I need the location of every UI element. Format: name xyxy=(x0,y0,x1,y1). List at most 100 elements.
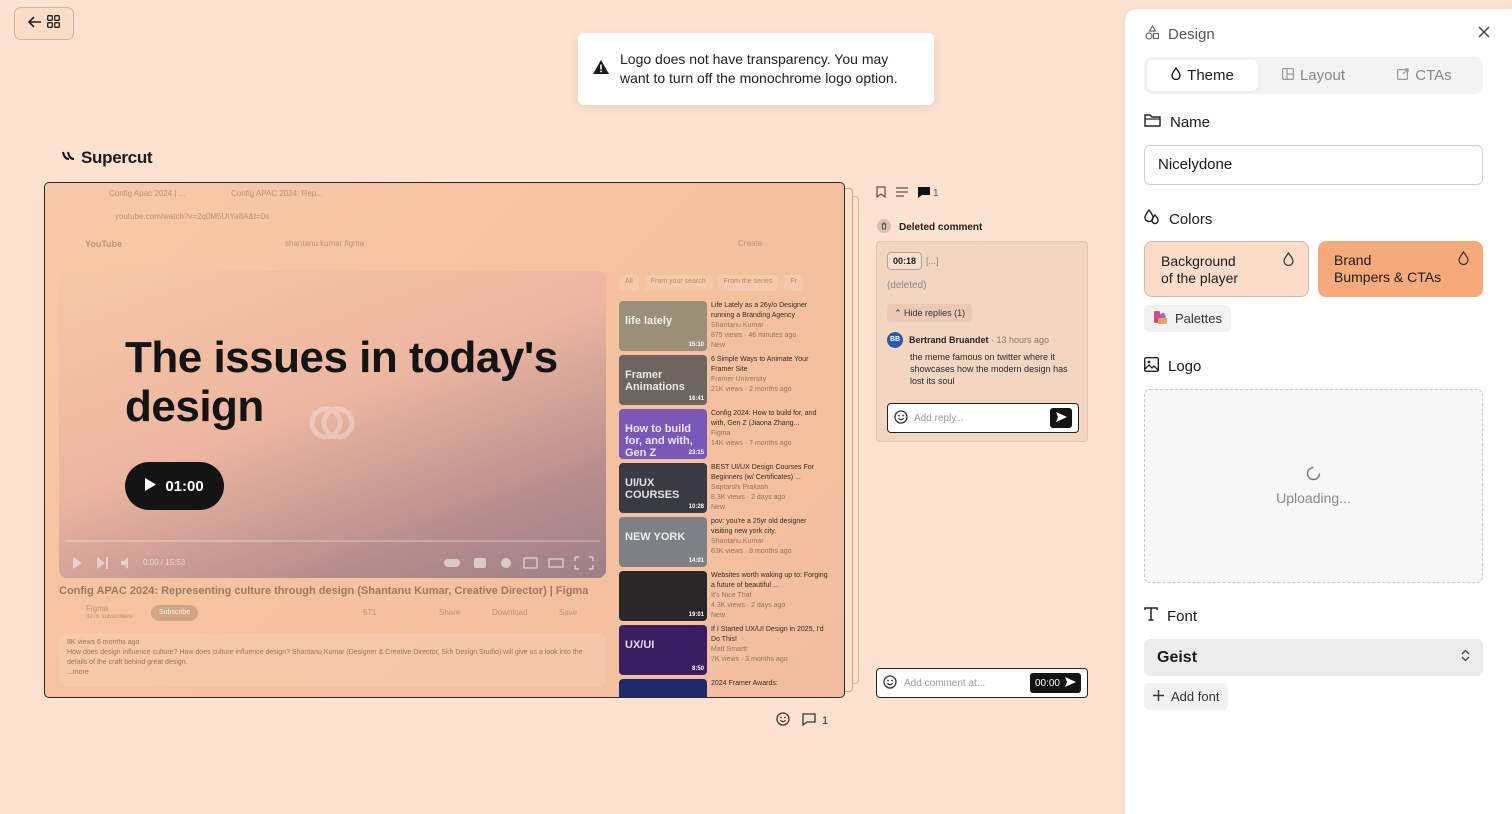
card-stack-edge xyxy=(845,188,853,692)
list-item[interactable]: UX/UI 8:50 If I Started UX/UI Design in 20… xyxy=(619,625,841,675)
comment-toolbar: 1 xyxy=(876,186,939,201)
close-icon[interactable] xyxy=(1478,25,1490,43)
recommendation-text: BEST UI/UX Design Courses For Beginners … xyxy=(711,463,829,513)
panel-title: Design xyxy=(1168,26,1215,43)
browser-chrome: Config Apac 2024 | ... Config APAC 2024:… xyxy=(45,183,844,249)
chip[interactable]: From your search xyxy=(644,275,712,291)
video-duration: 10:28 xyxy=(688,504,704,510)
card-stack-edge-2 xyxy=(853,196,859,684)
post-comment-button[interactable]: 00:00 xyxy=(1029,673,1081,693)
list-item[interactable]: 19:01 Websites worth waking up to: Forgin… xyxy=(619,571,841,621)
subscribe-button[interactable]: Subscribe xyxy=(151,605,199,621)
emoji-icon[interactable] xyxy=(776,712,790,729)
download-button[interactable]: Download xyxy=(492,608,528,617)
background-color-swatch[interactable]: Background of the player xyxy=(1144,241,1309,297)
recommendation-text: pov: you're a 25yr old designer visiting… xyxy=(711,517,829,557)
description-more[interactable]: ...more xyxy=(67,668,598,678)
video-description: 8K views 6 months ago How does design in… xyxy=(59,633,606,687)
deleted-text: (deleted) xyxy=(887,280,927,291)
list-icon[interactable] xyxy=(896,187,908,200)
recommendation-meta: 21K views · 2 months ago xyxy=(711,386,792,393)
bookmark-icon[interactable] xyxy=(876,186,886,201)
share-button[interactable]: Share xyxy=(439,608,460,617)
emoji-add-icon[interactable] xyxy=(894,409,908,427)
comments-counter[interactable]: 1 xyxy=(802,712,828,729)
tab-layout[interactable]: Layout xyxy=(1258,60,1369,91)
video-frame[interactable]: The issues in today's design 01:00 0:00 … xyxy=(59,271,606,578)
recommendation-text: If I Started UX/UI Design in 2025, I'd D… xyxy=(711,625,829,665)
chip[interactable]: All xyxy=(619,275,639,291)
list-item[interactable]: life lately 15:10 Life Lately as a 26y/o D… xyxy=(619,301,841,351)
list-item[interactable]: UI/UX COURSES 10:28 BEST UI/UX Design Cour… xyxy=(619,463,841,513)
list-item[interactable]: Framer Animations 16:41 6 Simple Ways to A… xyxy=(619,355,841,405)
add-font-button[interactable]: Add font xyxy=(1144,683,1229,710)
comments-tab[interactable]: 1 xyxy=(918,186,939,201)
video-thumbnail[interactable]: How to build for, and with, Gen Z 23:15 xyxy=(619,409,707,459)
chevron-up-icon: ⌃ xyxy=(894,308,905,318)
play-icon xyxy=(145,477,157,495)
new-badge: New xyxy=(711,504,726,511)
video-thumbnail[interactable]: life lately 15:10 xyxy=(619,301,707,351)
video-thumbnail[interactable]: 19:01 xyxy=(619,571,707,621)
video-title: Config APAC 2024: Representing culture t… xyxy=(59,585,589,597)
avatar: BB xyxy=(887,332,903,348)
channel-subs: 327K subscribers xyxy=(86,614,133,620)
save-button[interactable]: Save xyxy=(559,608,577,617)
back-button[interactable] xyxy=(14,7,74,40)
logo-upload-dropzone[interactable]: Uploading... xyxy=(1144,389,1483,583)
list-item[interactable]: NEW YORK 14:01 pov: you're a 25yr old desi… xyxy=(619,517,841,567)
player-controls-icon xyxy=(73,557,133,569)
palettes-button[interactable]: Palettes xyxy=(1144,305,1231,332)
recommendation-title: pov: you're a 25yr old designer visiting… xyxy=(711,518,807,535)
list-item[interactable]: How to build for, and with, Gen Z 23:15 Co… xyxy=(619,409,841,459)
play-time: 01:00 xyxy=(165,477,204,495)
recommendation-channel: Shantanu Kumar xyxy=(711,322,764,329)
emoji-add-icon[interactable] xyxy=(883,674,897,692)
brand-color-swatch[interactable]: Brand Bumpers & CTAs xyxy=(1318,241,1483,297)
chip[interactable]: Fr xyxy=(784,275,803,291)
reply-input[interactable]: Add reply... xyxy=(887,403,1079,433)
font-select[interactable]: Geist xyxy=(1144,639,1483,676)
logo-section-header: Logo xyxy=(1143,356,1201,376)
design-panel: Design Theme Layout CTAs Name Nicelydone… xyxy=(1125,9,1512,814)
video-duration: 15:10 xyxy=(688,342,704,348)
toast-message: Logo does not have transparency. You may… xyxy=(620,51,898,86)
comment-timestamp[interactable]: 00:18 xyxy=(887,252,923,270)
send-reply-button[interactable] xyxy=(1050,408,1072,428)
chevron-updown-icon xyxy=(1461,649,1470,667)
list-item[interactable]: 2024 Framer Awards: xyxy=(619,679,841,697)
recommendation-title: Life Lately as a 26y/o Designer running … xyxy=(711,302,808,319)
arrow-left-icon xyxy=(27,15,42,32)
recommendation-title: BEST UI/UX Design Courses For Beginners … xyxy=(711,464,814,481)
colors-label: Colors xyxy=(1169,210,1213,228)
video-thumbnail[interactable]: UX/UI 8:50 xyxy=(619,625,707,675)
video-thumbnail[interactable]: UI/UX COURSES 10:28 xyxy=(619,463,707,513)
video-thumbnail[interactable] xyxy=(619,679,707,697)
reply-time: · 13 hours ago xyxy=(988,335,1050,345)
comment-ellipsis: [...] xyxy=(926,256,939,266)
recommendation-meta: 875 views · 46 minutes ago xyxy=(711,332,797,339)
tab-theme[interactable]: Theme xyxy=(1147,60,1258,91)
recommendation-text: Websites worth waking up to: Forging a f… xyxy=(711,571,829,621)
deleted-comment-label: Deleted comment xyxy=(899,222,983,233)
add-comment-input[interactable]: Add comment at... 00:00 xyxy=(876,668,1088,698)
panel-tabs: Theme Layout CTAs xyxy=(1144,57,1483,94)
play-button[interactable]: 01:00 xyxy=(125,462,224,510)
send-icon xyxy=(1065,676,1076,690)
video-thumbnail[interactable]: Framer Animations 16:41 xyxy=(619,355,707,405)
tab-ctas[interactable]: CTAs xyxy=(1369,60,1480,91)
warning-icon xyxy=(592,59,610,80)
video-thumbnail[interactable]: NEW YORK 14:01 xyxy=(619,517,707,567)
recommendation-channel: Matt Smartt xyxy=(711,646,748,653)
hide-replies-button[interactable]: ⌃ Hide replies (1) xyxy=(887,304,973,322)
likes-count[interactable]: 571 xyxy=(363,608,376,617)
chip[interactable]: From the series xyxy=(717,275,779,291)
player-footer: 1 xyxy=(776,712,828,729)
background-swatch-title: Background xyxy=(1161,253,1236,269)
recommendation-channel: Figma xyxy=(711,430,731,437)
video-player-preview[interactable]: Config Apac 2024 | ... Config APAC 2024:… xyxy=(44,182,845,698)
name-input[interactable]: Nicelydone xyxy=(1144,145,1483,185)
video-duration: 19:01 xyxy=(688,612,704,618)
time-readout: 0:00 / 15:53 xyxy=(143,558,186,567)
colors-section-header: Colors xyxy=(1144,208,1213,229)
